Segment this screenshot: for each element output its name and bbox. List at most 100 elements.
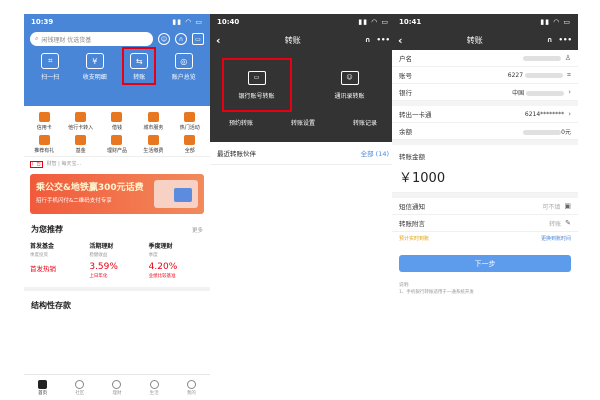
- tab-community[interactable]: 社区: [75, 379, 85, 396]
- quick-action-transfer[interactable]: ⇆ 转账: [119, 47, 159, 85]
- sub-options: 预约转账 转账设置 转账记录: [210, 112, 396, 127]
- quick-action-account-overview[interactable]: ◎ 账户总览: [164, 53, 204, 81]
- chevron-icon: ›: [568, 88, 571, 96]
- memo-field[interactable]: 转账附言 转账 ✎: [392, 215, 578, 232]
- more-icon[interactable]: •••: [377, 36, 390, 44]
- grid-label: 他行卡转入: [68, 125, 94, 131]
- scan-icon[interactable]: ⌗: [567, 71, 571, 80]
- grid-item-fund[interactable]: 基金: [62, 135, 98, 154]
- rec-value: 4.20%: [148, 262, 178, 272]
- field-label: 转账附言: [399, 220, 425, 228]
- memo-value: 转账: [549, 220, 562, 228]
- payee-name-field[interactable]: 户名 ♙: [392, 50, 578, 67]
- more-icon[interactable]: •••: [559, 36, 572, 44]
- message-icon[interactable]: ▭: [192, 33, 204, 45]
- field-label: 余额: [399, 128, 412, 136]
- grid-item-other-bank[interactable]: 他行卡转入: [62, 112, 98, 131]
- structured-deposit-title: 结构性存款: [24, 287, 210, 314]
- person-icon[interactable]: ♙: [565, 54, 571, 62]
- back-icon[interactable]: ‹: [216, 34, 221, 47]
- phone-transfer-menu: 10:40 ▮▮ ◠ ▭ ‹ 转账 ∩ ••• ▭ 银行账号转账 ☺ 通讯录转账: [210, 14, 396, 400]
- bill-icon: [147, 135, 159, 145]
- page-title: 转账: [284, 35, 301, 45]
- grid-item-city-service[interactable]: 城市服务: [135, 112, 171, 131]
- contacts-transfer-button[interactable]: ☺ 通讯录转账: [315, 58, 385, 112]
- tab-life[interactable]: 生活: [149, 379, 159, 396]
- balance-row: 余额 0元: [392, 123, 578, 140]
- grid-item-bill-pay[interactable]: 生活缴费: [135, 135, 171, 154]
- tab-label: 生活: [149, 390, 159, 396]
- quick-action-income-expense[interactable]: ¥ 收支明细: [75, 53, 115, 81]
- promo-banner[interactable]: 乘公交&地铁赢300元话费 招行手机闪付&二维码支付专享: [30, 174, 204, 214]
- amount-input[interactable]: ￥1000: [392, 161, 578, 193]
- grid-label: 推荐有礼: [34, 148, 55, 154]
- news-ticker[interactable]: 广告 财智 | 每天宝...: [24, 156, 210, 170]
- grid-item-hot-activity[interactable]: 热门活动: [172, 112, 208, 131]
- account-number-field[interactable]: 账号 6227 ⌗: [392, 67, 578, 84]
- grid-item-loan[interactable]: 借钱: [99, 112, 135, 131]
- headset-icon[interactable]: ∩: [365, 36, 371, 44]
- headset-icon[interactable]: ∩: [175, 33, 187, 45]
- rec-card[interactable]: 活期理财 稳健收益 3.59% 上日年化: [89, 241, 144, 279]
- sms-notice-field[interactable]: 短信通知 可不填 ▣: [392, 198, 578, 215]
- cup-icon: [149, 379, 159, 389]
- status-time: 10:39: [31, 18, 54, 26]
- service-grid: 信用卡 他行卡转入 借钱 城市服务 热门活动 推荐有礼 基金 理财产品 生活缴费…: [24, 106, 210, 156]
- arrival-hint-row: 预计实时到账 更换到账时间: [392, 232, 578, 245]
- out-card-value: 6214********: [524, 110, 565, 118]
- scheduled-transfer-link[interactable]: 预约转账: [229, 118, 253, 127]
- transfer-records-link[interactable]: 转账记录: [353, 118, 377, 127]
- transfer-settings-link[interactable]: 转账设置: [291, 118, 315, 127]
- rec-title: 季度理财: [148, 243, 173, 250]
- rec-note: 上日年化: [89, 274, 108, 279]
- tab-wealth[interactable]: 理财: [112, 379, 122, 396]
- grid-label: 生活缴费: [143, 148, 164, 154]
- tab-mine[interactable]: 我的: [186, 379, 196, 396]
- change-arrival-time-link[interactable]: 更换到账时间: [541, 235, 571, 242]
- field-label: 短信通知: [399, 203, 425, 211]
- nav-bar: ‹ 转账 ∩ •••: [210, 30, 396, 50]
- more-link[interactable]: 更多: [192, 226, 203, 234]
- arrival-hint: 预计实时到账: [399, 236, 430, 242]
- back-icon[interactable]: ‹: [398, 34, 403, 47]
- rec-sub: 季度: [148, 253, 158, 258]
- quick-action-label: 账户总览: [171, 74, 196, 81]
- recent-partners-row: 最近转账伙伴 全部 (14): [210, 142, 396, 165]
- grid-label: 信用卡: [36, 125, 52, 131]
- grid-label: 热门活动: [179, 125, 200, 131]
- rec-note: 业绩比较基准: [148, 274, 176, 279]
- grid-item-credit-card[interactable]: 信用卡: [26, 112, 62, 131]
- bank-field[interactable]: 银行 中国 ›: [392, 84, 578, 101]
- grid-item-all[interactable]: 全部: [172, 135, 208, 154]
- tab-home[interactable]: 首页: [38, 379, 48, 396]
- robot-icon[interactable]: ☺: [158, 33, 170, 45]
- rec-card[interactable]: 首发基金 季度投资 首发热销: [30, 241, 85, 279]
- page-title: 转账: [466, 35, 483, 45]
- bank-account-transfer-button[interactable]: ▭ 银行账号转账: [221, 58, 292, 112]
- rec-sub: 稳健收益: [89, 253, 108, 258]
- out-card-field[interactable]: 转出一卡通 6214******** ›: [392, 106, 578, 123]
- rec-value: 首发热销: [30, 265, 56, 273]
- phone-home-screen: 10:39 ▮▮ ◠ ▭ ⌕ 闲钱理财 优选货基 ☺ ∩ ▭ ⌗ 扫一扫 ¥ 收…: [24, 14, 210, 400]
- grid-item-referral[interactable]: 推荐有礼: [26, 135, 62, 154]
- notes-text: 1、手机银行转账适用于一通系统开发: [399, 290, 474, 296]
- credit-card-icon: [38, 112, 50, 122]
- contact-book-icon[interactable]: ▣: [564, 202, 571, 210]
- pencil-icon[interactable]: ✎: [565, 219, 571, 227]
- grid-label: 城市服务: [143, 125, 164, 131]
- screenshot-stage: 10:39 ▮▮ ◠ ▭ ⌕ 闲钱理财 优选货基 ☺ ∩ ▭ ⌗ 扫一扫 ¥ 收…: [0, 0, 600, 400]
- search-input[interactable]: ⌕ 闲钱理财 优选货基: [30, 32, 153, 46]
- headset-icon[interactable]: ∩: [547, 36, 553, 44]
- redacted-value: [526, 90, 565, 96]
- ad-badge: 广告: [30, 161, 43, 168]
- quick-action-scan[interactable]: ⌗ 扫一扫: [30, 53, 70, 81]
- next-step-button[interactable]: 下一步: [399, 255, 571, 272]
- grid-item-wealth-product[interactable]: 理财产品: [99, 135, 135, 154]
- recommend-header: 为您推荐 更多: [24, 218, 210, 237]
- highlight-box: [122, 47, 157, 85]
- signal-wifi-battery-icon: ▮▮ ◠ ▭: [540, 18, 571, 26]
- view-all-link[interactable]: 全部 (14): [361, 148, 389, 158]
- field-label: 银行: [399, 89, 412, 97]
- quick-action-label: 扫一扫: [41, 74, 60, 81]
- rec-card[interactable]: 季度理财 季度 4.20% 业绩比较基准: [149, 241, 204, 279]
